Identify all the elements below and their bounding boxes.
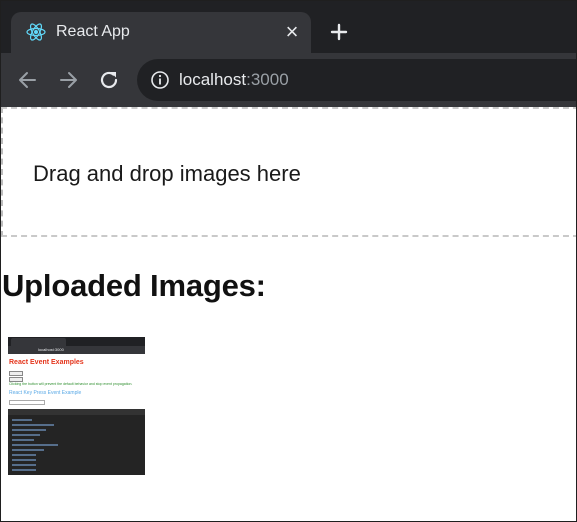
thumb-log-line xyxy=(12,439,34,441)
dropzone-label: Drag and drop images here xyxy=(33,161,301,186)
browser-window: React App × localhost:3000 Drag and drop… xyxy=(0,0,577,522)
close-tab-icon[interactable]: × xyxy=(282,21,302,43)
browser-tab[interactable]: React App × xyxy=(11,12,311,53)
react-logo-icon xyxy=(25,21,47,43)
image-dropzone[interactable]: Drag and drop images here xyxy=(1,107,576,237)
uploaded-images-heading: Uploaded Images: xyxy=(2,268,266,303)
thumb-address-bar xyxy=(8,346,145,354)
thumb-subheading: React Key Press Event Example xyxy=(9,390,82,396)
thumb-log-line xyxy=(12,454,36,456)
thumb-log-line xyxy=(12,459,36,461)
thumb-log-line xyxy=(12,469,36,471)
url-port: :3000 xyxy=(246,70,289,89)
url-text: localhost:3000 xyxy=(179,70,289,90)
tab-strip: React App × xyxy=(1,1,576,53)
new-tab-button[interactable] xyxy=(327,20,351,44)
thumb-log-line xyxy=(12,444,58,446)
thumb-button xyxy=(9,371,23,376)
thumb-tabstrip xyxy=(8,337,145,346)
tab-title: React App xyxy=(56,23,130,40)
thumb-url: localhost:3000 xyxy=(38,347,64,352)
thumb-log-line xyxy=(12,424,54,426)
forward-icon[interactable] xyxy=(55,67,81,93)
thumb-input xyxy=(9,400,45,405)
reload-icon[interactable] xyxy=(96,67,122,93)
thumb-heading: React Event Examples xyxy=(9,359,84,366)
thumb-log-line xyxy=(12,434,40,436)
thumb-log-line xyxy=(12,464,36,466)
back-icon[interactable] xyxy=(15,67,41,93)
thumb-note: Clicking the button will prevent the def… xyxy=(9,382,133,386)
page-content: Drag and drop images here Uploaded Image… xyxy=(1,107,576,521)
address-bar[interactable]: localhost:3000 xyxy=(137,59,576,101)
thumb-tab xyxy=(11,338,66,346)
thumb-log-line xyxy=(12,419,32,421)
thumb-log-line xyxy=(12,449,44,451)
url-host: localhost xyxy=(179,70,247,89)
info-icon[interactable] xyxy=(150,70,170,90)
thumb-devtools-panel xyxy=(8,409,145,475)
uploaded-image-thumbnail: localhost:3000 React Event Examples Clic… xyxy=(8,337,145,475)
browser-toolbar: localhost:3000 xyxy=(1,53,576,107)
thumb-log-line xyxy=(12,429,46,431)
thumb-devtools-tabs xyxy=(8,409,145,415)
